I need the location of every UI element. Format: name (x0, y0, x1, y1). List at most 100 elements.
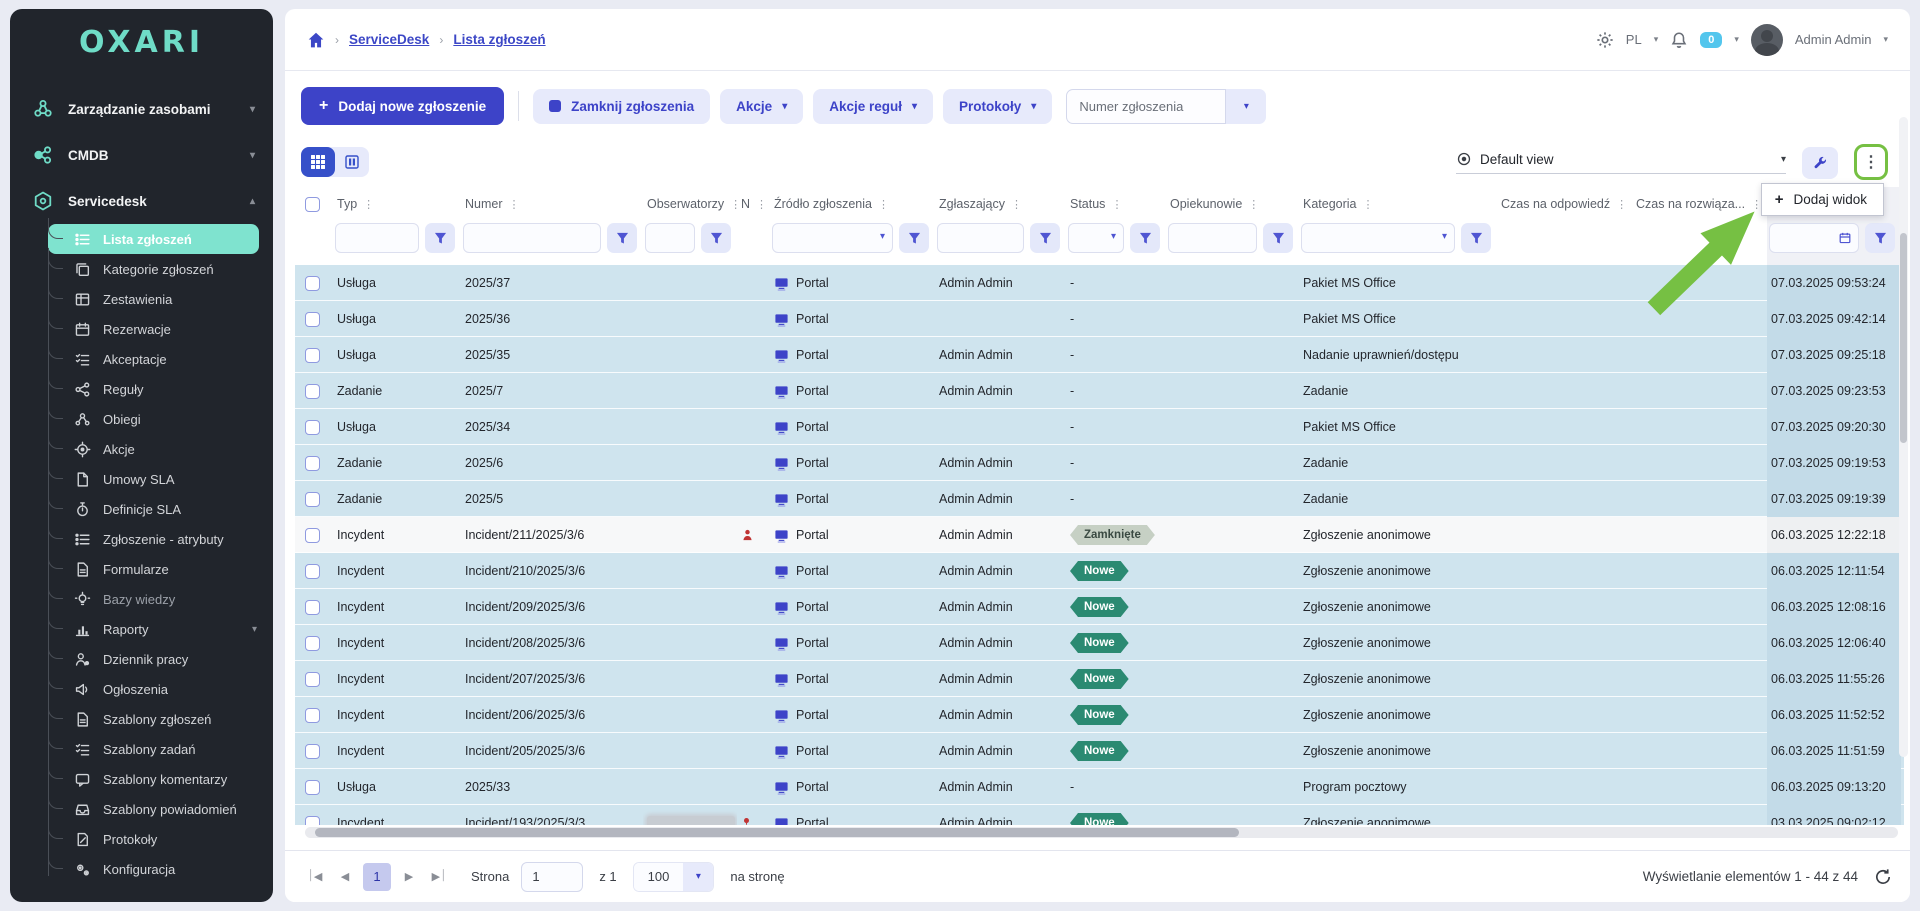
row-checkbox[interactable] (305, 456, 320, 471)
column-menu-icon[interactable]: ⋮ (1616, 198, 1627, 211)
table-row[interactable]: Usługa2025/36Portal-Pakiet MS Office07.0… (295, 301, 1904, 337)
column-header-opiekunowie[interactable]: Opiekunowie⋮ (1166, 187, 1299, 221)
next-page-button[interactable]: ▶ (397, 864, 421, 890)
filter-select[interactable] (1068, 223, 1124, 253)
row-checkbox[interactable] (305, 780, 320, 795)
table-row[interactable]: Usługa2025/35PortalAdmin Admin-Nadanie u… (295, 337, 1904, 373)
current-page-button[interactable]: 1 (363, 863, 391, 891)
close-tickets-button[interactable]: Zamknij zgłoszenia (533, 89, 710, 124)
table-row[interactable]: Zadanie2025/6PortalAdmin Admin-Zadanie07… (295, 445, 1904, 481)
filter-select[interactable] (1301, 223, 1455, 253)
row-checkbox[interactable] (305, 312, 320, 327)
chevron-down-icon[interactable]: ▾ (1734, 34, 1739, 45)
filter-funnel-button[interactable] (1030, 223, 1060, 253)
page-size-select[interactable]: 100 ▾ (633, 862, 715, 892)
ticket-number-dropdown[interactable]: ▾ (1226, 89, 1266, 124)
view-selector[interactable]: Default view ▾ (1456, 151, 1786, 174)
kanban-view-button[interactable] (335, 147, 369, 177)
row-checkbox[interactable] (305, 816, 320, 826)
settings-gear-icon[interactable] (1596, 31, 1614, 49)
view-more-menu-button[interactable]: ⋮ (1854, 144, 1888, 180)
row-checkbox[interactable] (305, 420, 320, 435)
table-row[interactable]: IncydentIncident/209/2025/3/6PortalAdmin… (295, 589, 1904, 625)
filter-funnel-button[interactable] (899, 223, 929, 253)
sidebar-parent-cmdb[interactable]: CMDB▾ (10, 132, 273, 178)
filter-funnel-button[interactable] (607, 223, 637, 253)
sidebar-parent-zarz-dzanie-zasobami[interactable]: Zarządzanie zasobami▾ (10, 86, 273, 132)
user-avatar[interactable] (1751, 24, 1783, 56)
filter-input[interactable] (463, 223, 601, 253)
filter-input[interactable] (937, 223, 1024, 253)
chevron-down-icon[interactable]: ▾ (1654, 34, 1659, 45)
prev-page-button[interactable]: ◀ (333, 864, 357, 890)
rule-actions-dropdown[interactable]: Akcje reguł ▾ (813, 89, 933, 124)
filter-funnel-button[interactable] (425, 223, 455, 253)
sidebar-item-akcje[interactable]: Akcje (48, 434, 273, 464)
column-header-n[interactable]: N⋮ (737, 187, 770, 221)
sidebar-item-reguły[interactable]: Reguły (48, 374, 273, 404)
row-checkbox[interactable] (305, 528, 320, 543)
row-checkbox[interactable] (305, 744, 320, 759)
page-number-input[interactable] (521, 862, 583, 892)
sidebar-item-definicje-sla[interactable]: Definicje SLA (48, 494, 273, 524)
sidebar-item-szablony-powiadomień[interactable]: Szablony powiadomień (48, 794, 273, 824)
sidebar-item-lista-zgłoszeń[interactable]: Lista zgłoszeń (48, 224, 259, 254)
table-settings-button[interactable] (1802, 147, 1838, 179)
table-row[interactable]: Zadanie2025/7PortalAdmin Admin-Zadanie07… (295, 373, 1904, 409)
row-checkbox[interactable] (305, 708, 320, 723)
filter-input[interactable] (1168, 223, 1257, 253)
sidebar-item-zgłoszenie-atrybuty[interactable]: Zgłoszenie - atrybuty (48, 524, 273, 554)
refresh-icon[interactable] (1874, 868, 1892, 886)
row-checkbox[interactable] (305, 492, 320, 507)
vertical-scrollbar-thumb[interactable] (1900, 233, 1907, 443)
row-checkbox[interactable] (305, 600, 320, 615)
notification-count-badge[interactable]: 0 (1700, 32, 1722, 48)
filter-funnel-button[interactable] (1130, 223, 1160, 253)
row-checkbox[interactable] (305, 564, 320, 579)
user-name[interactable]: Admin Admin (1795, 32, 1872, 47)
row-checkbox[interactable] (305, 384, 320, 399)
grid-view-button[interactable] (301, 147, 335, 177)
column-header-czas-na-rozwiąza-[interactable]: Czas na rozwiąza...⋮ (1632, 187, 1767, 221)
sidebar-item-dziennik-pracy[interactable]: Dziennik pracy (48, 644, 273, 674)
table-row[interactable]: IncydentIncident/210/2025/3/6PortalAdmin… (295, 553, 1904, 589)
filter-funnel-button[interactable] (1263, 223, 1293, 253)
filter-select[interactable] (772, 223, 893, 253)
column-header-numer[interactable]: Numer⋮ (461, 187, 643, 221)
protocols-dropdown[interactable]: Protokoły ▾ (943, 89, 1052, 124)
sidebar-item-akceptacje[interactable]: Akceptacje (48, 344, 273, 374)
row-checkbox[interactable] (305, 636, 320, 651)
table-row[interactable]: IncydentIncident/207/2025/3/6PortalAdmin… (295, 661, 1904, 697)
breadcrumb-lista-zgloszen-link[interactable]: Lista zgłoszeń (453, 32, 545, 47)
add-ticket-button[interactable]: + Dodaj nowe zgłoszenie (301, 87, 504, 125)
column-menu-icon[interactable]: ⋮ (1363, 198, 1374, 211)
table-row[interactable]: IncydentIncident/205/2025/3/6PortalAdmin… (295, 733, 1904, 769)
select-all-checkbox[interactable] (305, 197, 320, 212)
first-page-button[interactable]: ⏐◀ (303, 864, 327, 890)
language-selector[interactable]: PL (1626, 32, 1642, 47)
sidebar-item-raporty[interactable]: Raporty▾ (48, 614, 273, 644)
table-row[interactable]: IncydentIncident/193/2025/3/3PortalAdmin… (295, 805, 1904, 825)
ticket-number-input[interactable] (1066, 89, 1226, 124)
sidebar-item-umowy-sla[interactable]: Umowy SLA (48, 464, 273, 494)
sidebar-item-ogłoszenia[interactable]: Ogłoszenia (48, 674, 273, 704)
column-header-status[interactable]: Status⋮ (1066, 187, 1166, 221)
table-row[interactable]: IncydentIncident/208/2025/3/6PortalAdmin… (295, 625, 1904, 661)
column-menu-icon[interactable]: ⋮ (878, 198, 889, 211)
chevron-down-icon[interactable]: ▾ (1883, 34, 1888, 45)
horizontal-scrollbar-thumb[interactable] (315, 828, 1239, 837)
column-header-czas-na-odpowiedź[interactable]: Czas na odpowiedź⋮ (1497, 187, 1632, 221)
filter-funnel-button[interactable] (1461, 223, 1491, 253)
sidebar-item-kategorie-zgłoszeń[interactable]: Kategorie zgłoszeń (48, 254, 273, 284)
filter-input[interactable] (335, 223, 419, 253)
breadcrumb-servicedesk-link[interactable]: ServiceDesk (349, 32, 429, 47)
add-view-menu-item[interactable]: + Dodaj widok (1761, 183, 1884, 216)
column-header-kategoria[interactable]: Kategoria⋮ (1299, 187, 1497, 221)
table-row[interactable]: Usługa2025/33PortalAdmin Admin-Program p… (295, 769, 1904, 805)
column-menu-icon[interactable]: ⋮ (756, 198, 767, 211)
row-checkbox[interactable] (305, 276, 320, 291)
filter-funnel-button[interactable] (701, 223, 731, 253)
vertical-scrollbar[interactable] (1899, 117, 1908, 757)
bell-icon[interactable] (1670, 31, 1688, 49)
filter-funnel-button[interactable] (1865, 223, 1895, 253)
